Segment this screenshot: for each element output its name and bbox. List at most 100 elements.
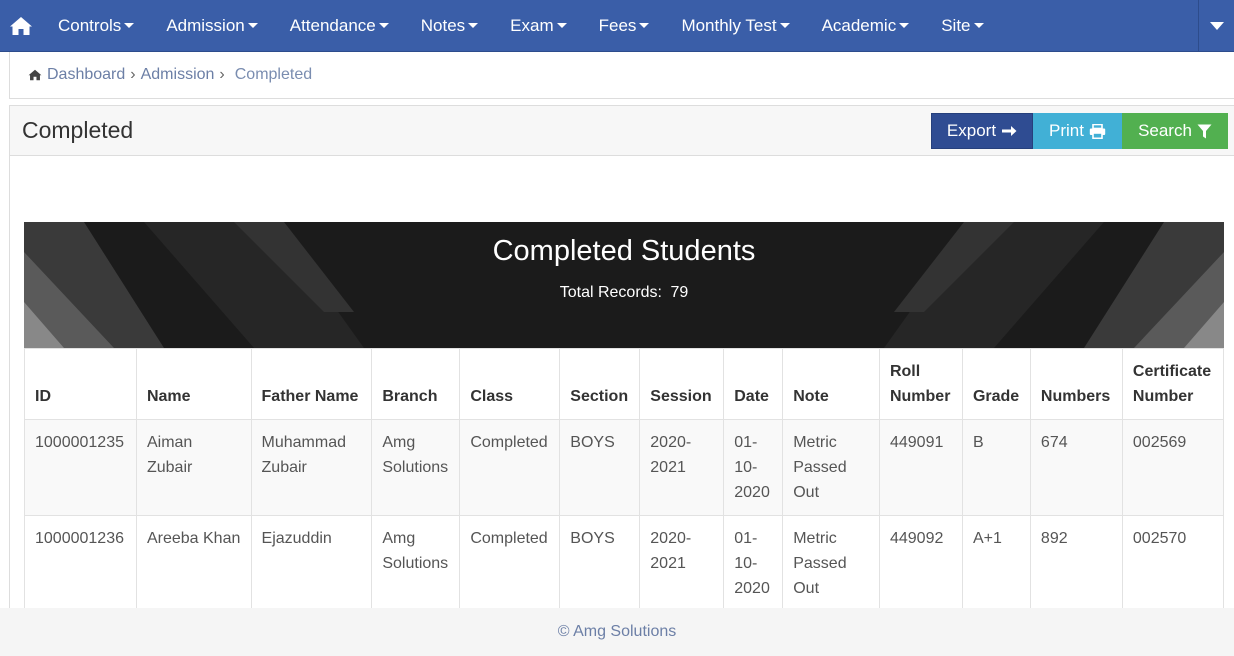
table-cell: Amg Solutions [371,419,461,516]
nav-label: Exam [510,15,554,35]
caret-down-icon [556,23,567,28]
table-header-row: ID Name Father Name Branch Class Section… [24,348,1225,420]
user-menu-toggle[interactable] [1198,0,1234,52]
nav-academic[interactable]: Academic [806,0,926,52]
table-row: 1000001235 Aiman Zubair Muhammad Zubair … [24,419,1225,516]
total-records-label: Total Records: [559,284,662,301]
nav-site[interactable]: Site [925,0,999,52]
column-header[interactable]: Certificate Number [1121,348,1225,420]
caret-down-icon [247,23,258,28]
total-records-count: 79 [670,284,689,301]
nav-controls[interactable]: Controls [42,0,150,52]
students-table: ID Name Father Name Branch Class Section… [24,348,1225,612]
export-button[interactable]: Export [931,113,1033,149]
caret-down-icon [639,23,650,28]
table-cell: B [961,419,1031,516]
caret-down-icon [378,23,389,28]
nav-label: Attendance [289,15,376,35]
panel-header: Completed Export Print Search [10,106,1234,156]
table-cell: 002570 [1121,515,1225,612]
nav-monthly-test[interactable]: Monthly Test [665,0,805,52]
table-cell: 01-10-2020 [723,515,784,612]
breadcrumb: Dashboard › Admission › Completed [9,52,1234,99]
table-cell: Areeba Khan [135,515,252,612]
column-header[interactable]: Class [459,348,561,420]
column-header[interactable]: Branch [371,348,461,420]
arrow-right-icon [1002,126,1017,136]
table-cell: Muhammad Zubair [250,419,373,516]
filter-icon [1197,124,1212,138]
nav-label: Notes [420,15,466,35]
home-button[interactable] [0,0,42,52]
table-cell: Completed [459,419,561,516]
column-header[interactable]: Grade [961,348,1031,420]
table-cell: Completed [459,515,561,612]
caret-down-icon [1209,22,1224,30]
table-cell: Ejazuddin [250,515,373,612]
table-cell: 1000001236 [24,515,137,612]
search-label: Search [1138,121,1192,140]
table-cell: 449092 [878,515,963,612]
nav-fees[interactable]: Fees [583,0,666,52]
home-icon [28,69,42,81]
table-cell: Metric Passed Out [782,515,880,612]
table-cell: Aiman Zubair [135,419,252,516]
action-button-group: Export Print Search [931,113,1228,149]
table-cell: 2020-2021 [639,419,725,516]
table-cell: 449091 [878,419,963,516]
nav-label: Site [941,15,971,35]
nav-label: Admission [166,15,245,35]
export-label: Export [946,121,997,140]
caret-down-icon [779,23,790,28]
search-button[interactable]: Search [1122,113,1228,149]
home-icon [10,16,32,35]
table-cell: 674 [1029,419,1123,516]
breadcrumb-admission-link[interactable]: Admission [141,66,215,84]
total-records: Total Records: 79 [24,284,1224,302]
top-navbar: Controls Admission Attendance Notes Exam… [0,0,1234,52]
column-header[interactable]: Name [135,348,252,420]
table-cell: Metric Passed Out [782,419,880,516]
report-banner: Completed Students Total Records: 79 [24,222,1224,348]
column-header[interactable]: Numbers [1029,348,1123,420]
nav-notes[interactable]: Notes [405,0,494,52]
column-header[interactable]: Roll Number [878,348,963,420]
nav-attendance[interactable]: Attendance [274,0,405,52]
print-label: Print [1049,121,1084,140]
table-cell: 2020-2021 [639,515,725,612]
nav-label: Monthly Test [681,15,777,35]
table-cell: 002569 [1121,419,1225,516]
breadcrumb-separator: › [130,66,136,83]
caret-down-icon [899,23,910,28]
nav-label: Controls [58,15,122,35]
report-title: Completed Students [492,235,756,267]
table-cell: 1000001235 [24,419,137,516]
column-header[interactable]: Session [639,348,725,420]
table-cell: 892 [1029,515,1123,612]
breadcrumb-dashboard-link[interactable]: Dashboard [47,66,125,84]
table-cell: Amg Solutions [371,515,461,612]
nav-label: Academic [821,15,897,35]
column-header[interactable]: ID [24,348,137,420]
nav-admission[interactable]: Admission [150,0,273,52]
table-row: 1000001236 Areeba Khan Ejazuddin Amg Sol… [24,515,1225,612]
nav-label: Fees [598,15,637,35]
breadcrumb-current: Completed [234,66,313,83]
caret-down-icon [973,23,984,28]
table-cell: A+1 [961,515,1031,612]
table-cell: BOYS [559,515,641,612]
footer-copyright: © Amg Solutions [557,623,677,640]
column-header[interactable]: Section [559,348,641,420]
caret-down-icon [124,23,135,28]
page-footer: © Amg Solutions [0,608,1234,656]
caret-down-icon [468,23,479,28]
table-cell: 01-10-2020 [723,419,784,516]
column-header[interactable]: Father Name [250,348,373,420]
page-title: Completed [22,117,134,143]
table-cell: BOYS [559,419,641,516]
column-header[interactable]: Date [723,348,784,420]
print-button[interactable]: Print [1033,113,1122,149]
breadcrumb-separator: › [219,66,225,83]
column-header[interactable]: Note [782,348,880,420]
nav-exam[interactable]: Exam [494,0,582,52]
